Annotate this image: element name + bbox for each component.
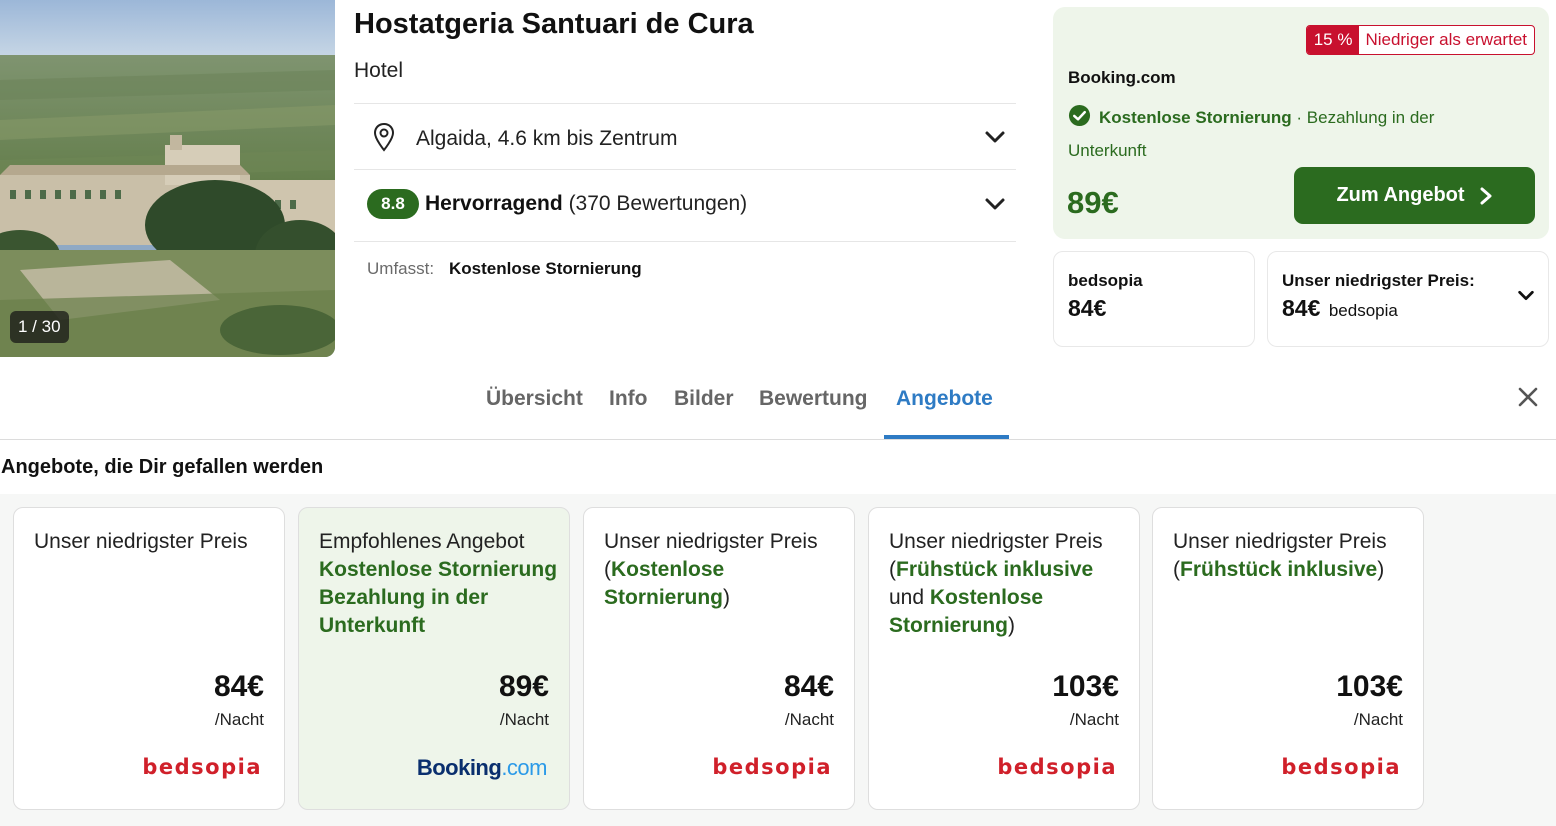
includes-row: Umfasst: Kostenlose Stornierung xyxy=(354,241,1016,291)
offer-title: Unser niedrigster Preis xyxy=(34,528,274,556)
price-badge-text: Niedriger als erwartet xyxy=(1365,30,1527,49)
close-icon[interactable] xyxy=(1517,386,1539,408)
booking-logo-main: Booking xyxy=(416,755,502,780)
offer-price-unit: /Nacht xyxy=(1353,710,1403,729)
zum-angebot-button[interactable]: Zum Angebot xyxy=(1294,167,1535,224)
hotel-type: Hotel xyxy=(354,59,404,82)
zum-angebot-label: Zum Angebot xyxy=(1336,184,1465,206)
offer-price: 89€ xyxy=(498,670,549,703)
lowest-price-box[interactable]: Unser niedrigster Preis: 84€ bedsopia xyxy=(1267,251,1549,347)
offer-card[interactable]: Unser niedrigster Preis (Kostenlose Storn… xyxy=(583,507,855,810)
offer-feature-payment: Bezahlung in der Unterkunft xyxy=(319,586,489,637)
deal-cancellation: Kostenlose Stornierung xyxy=(1099,108,1292,127)
offer-card[interactable]: Unser niedrigster Preis (Frühstück inklus… xyxy=(1152,507,1424,810)
offer-price-unit: /Nacht xyxy=(214,710,264,729)
hotel-name[interactable]: Hostatgeria Santuari de Cura xyxy=(354,8,754,41)
hotel-photo-image xyxy=(0,0,335,357)
offer-title-text: Unser niedrigster Preis xyxy=(34,530,248,553)
offer-feature-breakfast: Frühstück inklusive xyxy=(896,558,1094,581)
offer-card-recommended[interactable]: Empfohlenes Angebot Kostenlose Stornieru… xyxy=(298,507,570,810)
best-deal-card[interactable]: 15 % Niedriger als erwartet Booking.com … xyxy=(1053,7,1549,239)
chevron-down-icon[interactable] xyxy=(984,193,1006,215)
tab-bilder[interactable]: Bilder xyxy=(674,387,734,411)
bedsopia-logo: bedsopia xyxy=(997,755,1117,779)
rating-count: (370 Bewertungen) xyxy=(568,192,748,215)
bedsopia-logo: bedsopia xyxy=(1281,755,1401,779)
hotel-photo[interactable]: 1 / 30 xyxy=(0,0,335,357)
tab-info[interactable]: Info xyxy=(609,387,647,411)
map-pin-icon xyxy=(373,122,395,152)
deal-conditions: Kostenlose Stornierung · Bezahlung in de… xyxy=(1068,101,1488,167)
offer-price: 103€ xyxy=(1336,670,1403,703)
lowest-price-label: Unser niedrigster Preis: xyxy=(1282,271,1475,290)
tab-bewertung[interactable]: Bewertung xyxy=(759,387,868,411)
booking-logo-suffix: .com xyxy=(501,755,547,780)
offer-price-unit: /Nacht xyxy=(499,710,549,729)
offer-title-text: Unser niedrigster Preis xyxy=(604,530,818,553)
offer-feature-cancellation: Kostenlose Stornierung xyxy=(604,558,725,609)
tab-uebersicht[interactable]: Übersicht xyxy=(486,387,583,411)
rating-label: Hervorragend xyxy=(425,192,563,215)
provider-price: 84€ xyxy=(1068,295,1107,321)
lowest-price: 84€ xyxy=(1282,295,1321,321)
price-badge: 15 % Niedriger als erwartet xyxy=(1305,25,1535,55)
paren-close: ) xyxy=(1377,558,1385,581)
paren-open: ( xyxy=(889,558,896,581)
lowest-price-provider: bedsopia xyxy=(1328,301,1398,320)
location-row[interactable]: Algaida, 4.6 km bis Zentrum xyxy=(354,103,1016,169)
detail-tabs: Übersicht Info Bilder Bewertung Angebote xyxy=(0,360,1556,440)
paren-close: ) xyxy=(1008,614,1015,637)
provider-price-box[interactable]: bedsopia 84€ xyxy=(1053,251,1255,347)
bedsopia-logo: bedsopia xyxy=(142,755,262,779)
booking-com-logo: Booking.com xyxy=(416,755,548,781)
tab-angebote[interactable]: Angebote xyxy=(896,387,993,411)
offer-title-conjunction: und xyxy=(889,586,925,609)
offer-price: 84€ xyxy=(783,670,834,703)
rating-summary: Hervorragend (370 Bewertungen) xyxy=(425,192,747,216)
paren-open: ( xyxy=(604,558,611,581)
location-text: Algaida, 4.6 km bis Zentrum xyxy=(416,127,678,150)
offers-section-title: Angebote, die Dir gefallen werden xyxy=(1,456,324,478)
offer-price: 103€ xyxy=(1052,670,1119,703)
photo-counter: 1 / 30 xyxy=(10,311,69,343)
offer-title-text: Unser niedrigster Preis xyxy=(889,530,1103,553)
offer-title: Unser niedrigster Preis (Frühstück inklus… xyxy=(1173,528,1413,584)
price-badge-percent: 15 % xyxy=(1306,26,1360,54)
offer-title-text: Empfohlenes Angebot xyxy=(319,530,525,553)
chevron-down-icon[interactable] xyxy=(1516,285,1536,305)
bedsopia-logo: bedsopia xyxy=(712,755,832,779)
offer-card[interactable]: Unser niedrigster Preis (Frühstück inklus… xyxy=(868,507,1140,810)
rating-score-badge: 8.8 xyxy=(367,189,419,219)
offer-title-text: Unser niedrigster Preis xyxy=(1173,530,1387,553)
offer-feature-cancellation: Kostenlose Stornierung xyxy=(319,558,558,581)
includes-label: Umfasst: xyxy=(367,259,435,278)
paren-close: ) xyxy=(723,586,730,609)
chevron-down-icon[interactable] xyxy=(984,126,1006,148)
offer-price-unit: /Nacht xyxy=(1069,710,1119,729)
lowest-price-row: 84€ bedsopia xyxy=(1282,295,1398,322)
offer-title: Unser niedrigster Preis (Frühstück inklus… xyxy=(889,528,1129,640)
deal-provider: Booking.com xyxy=(1068,68,1176,87)
provider-name: bedsopia xyxy=(1068,271,1143,290)
active-tab-indicator xyxy=(884,435,1009,439)
paren-open: ( xyxy=(1173,558,1180,581)
offer-price: 84€ xyxy=(213,670,264,703)
offer-price-unit: /Nacht xyxy=(784,710,834,729)
chevron-right-icon xyxy=(1480,187,1492,204)
offer-title: Unser niedrigster Preis (Kostenlose Storn… xyxy=(604,528,844,612)
deal-price: 89€ xyxy=(1067,185,1119,220)
rating-row[interactable]: 8.8 Hervorragend (370 Bewertungen) xyxy=(354,169,1016,241)
includes-value: Kostenlose Stornierung xyxy=(449,259,642,278)
offer-title: Empfohlenes Angebot Kostenlose Stornieru… xyxy=(319,528,559,640)
offer-feature-breakfast: Frühstück inklusive xyxy=(1180,558,1378,581)
offer-card[interactable]: Unser niedrigster Preis 84€ /Nacht bedso… xyxy=(13,507,285,810)
